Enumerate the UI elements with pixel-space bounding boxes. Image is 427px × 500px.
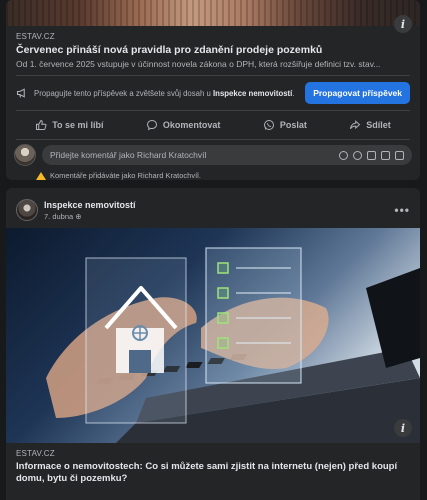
promote-post-button[interactable]: Propagovat příspěvek bbox=[305, 82, 410, 104]
globe-icon: ⊕ bbox=[75, 211, 82, 221]
promote-text-pre: Propagujte tento příspěvek a zvětšete sv… bbox=[34, 88, 214, 98]
post-date[interactable]: 7. dubna ⊕ bbox=[44, 212, 394, 221]
whatsapp-icon bbox=[263, 120, 274, 130]
thumbs-up-icon bbox=[36, 120, 47, 130]
comment-notice-text: Komentáře přidáváte jako Richard Kratoch… bbox=[50, 171, 201, 180]
post-image-strip[interactable]: i bbox=[6, 0, 420, 33]
megaphone-icon bbox=[16, 88, 25, 98]
more-options-icon[interactable]: ••• bbox=[394, 203, 410, 217]
comment-composer: Přidejte komentář jako Richard Kratochví… bbox=[6, 140, 420, 168]
action-bar: To se mi líbí Okomentovat Poslat Sdílet bbox=[6, 111, 420, 139]
link-domain: ESTAV.CZ bbox=[16, 32, 55, 41]
comment-input[interactable]: Přidejte komentář jako Richard Kratochví… bbox=[42, 145, 412, 165]
info-icon[interactable]: i bbox=[394, 15, 412, 33]
avatar[interactable] bbox=[14, 144, 36, 166]
page-name[interactable]: Inspekce nemovitostí bbox=[44, 200, 394, 210]
promote-page-name: Inspekce nemovitostí bbox=[213, 88, 293, 98]
info-icon[interactable]: i bbox=[394, 419, 412, 437]
share-button[interactable]: Sdílet bbox=[349, 119, 391, 131]
comment-tools bbox=[339, 150, 404, 160]
send-button[interactable]: Poslat bbox=[263, 119, 307, 131]
gif-icon[interactable] bbox=[381, 150, 390, 160]
link-domain: ESTAV.CZ bbox=[16, 449, 55, 458]
comment-button[interactable]: Okomentovat bbox=[146, 119, 221, 131]
sticker-icon[interactable] bbox=[395, 150, 404, 160]
share-label: Sdílet bbox=[366, 120, 391, 130]
promote-text: Propagujte tento příspěvek a zvětšete sv… bbox=[34, 89, 305, 98]
like-button[interactable]: To se mi líbí bbox=[35, 119, 104, 131]
comment-notice: Komentáře přidáváte jako Richard Kratoch… bbox=[6, 168, 420, 180]
promote-row: Propagujte tento příspěvek a zvětšete sv… bbox=[6, 76, 420, 110]
comment-bubble-icon bbox=[146, 120, 157, 131]
camera-icon[interactable] bbox=[367, 150, 376, 160]
share-arrow-icon bbox=[350, 120, 361, 130]
post-card-2: Inspekce nemovitostí 7. dubna ⊕ ••• i ES… bbox=[6, 188, 420, 500]
emoji-icon[interactable] bbox=[353, 150, 362, 160]
like-label: To se mi líbí bbox=[52, 120, 104, 130]
promote-text-post: . bbox=[292, 88, 295, 98]
comment-placeholder: Přidejte komentář jako Richard Kratochví… bbox=[50, 150, 207, 160]
post-date-text: 7. dubna bbox=[44, 211, 74, 221]
avatar-sticker-icon[interactable] bbox=[339, 150, 348, 160]
send-label: Poslat bbox=[279, 120, 307, 130]
link-preview[interactable]: ESTAV.CZ Informace o nemovitostech: Co s… bbox=[6, 443, 420, 491]
link-preview[interactable]: ESTAV.CZ Červenec přináší nová pravidla … bbox=[6, 26, 420, 75]
post-header: Inspekce nemovitostí 7. dubna ⊕ ••• bbox=[6, 188, 420, 228]
image-texture bbox=[6, 0, 420, 26]
post-card-1: i ESTAV.CZ Červenec přináší nová pravidl… bbox=[6, 0, 420, 180]
post-image[interactable]: i bbox=[6, 228, 420, 443]
page-avatar[interactable] bbox=[16, 199, 38, 221]
comment-label: Okomentovat bbox=[162, 120, 221, 130]
link-description: Od 1. července 2025 vstupuje v účinnost … bbox=[16, 59, 381, 69]
link-title[interactable]: Červenec přináší nová pravidla pro zdaně… bbox=[16, 44, 410, 56]
link-title[interactable]: Informace o nemovitostech: Co si můžete … bbox=[16, 461, 410, 485]
post-meta: Inspekce nemovitostí 7. dubna ⊕ bbox=[44, 200, 394, 221]
post-image-illustration bbox=[46, 247, 420, 443]
warning-icon bbox=[36, 171, 46, 180]
